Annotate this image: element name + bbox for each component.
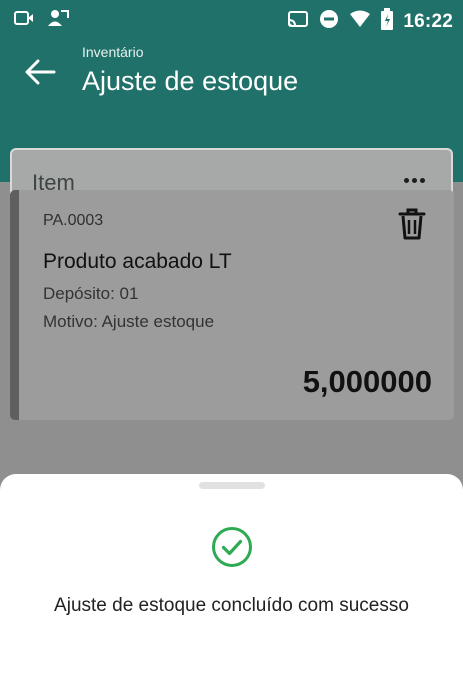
check-circle-icon — [211, 526, 253, 568]
battery-icon — [381, 8, 394, 35]
status-right-icons: 16:22 — [287, 8, 453, 35]
success-message: Ajuste de estoque concluído com sucesso — [54, 595, 409, 616]
more-options-button[interactable] — [399, 168, 429, 192]
notification-screen-icon — [14, 10, 34, 31]
sheet-drag-handle[interactable] — [199, 482, 265, 489]
dot — [419, 177, 425, 183]
status-left-icons — [14, 8, 70, 33]
dot — [411, 177, 417, 183]
item-quantity: 5,000000 — [302, 364, 432, 399]
success-bottom-sheet: Ajuste de estoque concluído com sucesso — [0, 474, 463, 700]
page-title: Ajuste de estoque — [82, 66, 299, 96]
item-code: PA.0003 — [43, 212, 104, 229]
dot — [403, 177, 409, 183]
back-button[interactable] — [22, 56, 58, 92]
delete-item-button[interactable] — [398, 208, 428, 242]
item-reason: Motivo: Ajuste estoque — [43, 312, 215, 331]
phone-call-icon — [46, 8, 70, 33]
app-bar: Inventário Ajuste de estoque Item — [0, 40, 463, 212]
item-name: Produto acabado LT — [43, 250, 232, 273]
trash-icon — [398, 208, 426, 244]
wifi-icon — [349, 10, 371, 33]
cast-icon — [287, 10, 309, 33]
clock: 16:22 — [403, 10, 453, 32]
status-bar: 16:22 — [0, 0, 463, 40]
item-card[interactable]: PA.0003 Produto acabado LT Depósito: 01 … — [10, 190, 454, 420]
arrow-left-icon — [24, 59, 56, 90]
page-subtitle: Inventário — [82, 44, 144, 60]
do-not-disturb-icon — [319, 9, 339, 34]
item-deposit: Depósito: 01 — [43, 284, 139, 303]
card-accent-bar — [10, 190, 19, 420]
